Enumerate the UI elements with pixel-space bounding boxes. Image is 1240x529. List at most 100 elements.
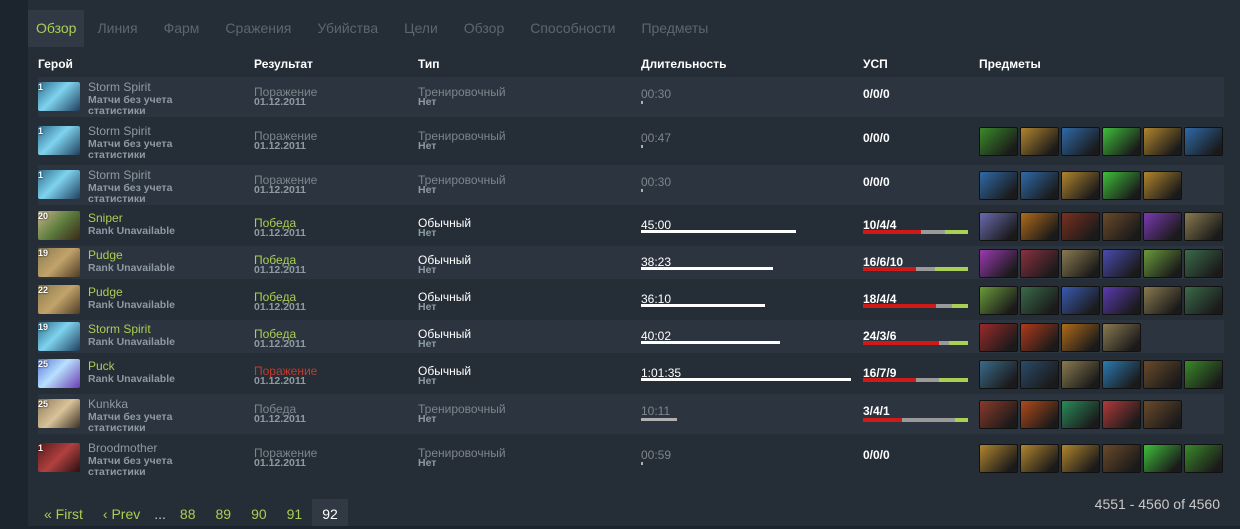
item-icon[interactable] (1143, 360, 1182, 389)
hero-portrait[interactable]: 1 (38, 443, 80, 472)
item-icon[interactable] (1020, 286, 1059, 315)
item-icon[interactable] (1184, 444, 1223, 473)
item-icon[interactable] (1102, 249, 1141, 278)
header-hero[interactable]: Герой (38, 57, 73, 71)
item-icon[interactable] (1061, 400, 1100, 429)
table-row[interactable]: 19 Pudge Rank Unavailable Победа 01.12.2011… (38, 246, 1224, 279)
item-icon[interactable] (1061, 127, 1100, 156)
tab-7[interactable]: Способности (517, 10, 628, 47)
item-icon[interactable] (1102, 212, 1141, 241)
item-icon[interactable] (979, 127, 1018, 156)
item-icon[interactable] (1020, 400, 1059, 429)
table-row[interactable]: 1 Storm Spirit Матчи без учета статистики… (38, 165, 1224, 205)
table-row[interactable]: 20 Sniper Rank Unavailable Победа 01.12.201… (38, 209, 1224, 242)
item-icon[interactable] (979, 360, 1018, 389)
item-icon[interactable] (1020, 360, 1059, 389)
table-row[interactable]: 1 Broodmother Матчи без учета статистики П… (38, 438, 1224, 478)
item-icon[interactable] (1143, 249, 1182, 278)
item-icon[interactable] (979, 171, 1018, 200)
table-row[interactable]: 22 Pudge Rank Unavailable Победа 01.12.2011… (38, 283, 1224, 316)
hero-portrait[interactable]: 22 (38, 285, 80, 314)
tab-1[interactable]: Линия (84, 10, 150, 47)
item-icon[interactable] (1184, 249, 1223, 278)
hero-portrait[interactable]: 19 (38, 248, 80, 277)
hero-name[interactable]: Storm Spirit (88, 322, 151, 336)
item-icon[interactable] (1143, 400, 1182, 429)
tab-2[interactable]: Фарм (151, 10, 213, 47)
item-icon[interactable] (1061, 360, 1100, 389)
table-row[interactable]: 25 Puck Rank Unavailable Поражение 01.12.20… (38, 357, 1224, 390)
hero-portrait[interactable]: 1 (38, 82, 80, 111)
hero-portrait[interactable]: 25 (38, 399, 80, 428)
table-row[interactable]: 1 Storm Spirit Матчи без учета статистики… (38, 77, 1224, 117)
hero-portrait[interactable]: 1 (38, 126, 80, 155)
hero-portrait[interactable]: 19 (38, 322, 80, 351)
item-icon[interactable] (1061, 444, 1100, 473)
item-icon[interactable] (1020, 444, 1059, 473)
item-icon[interactable] (1020, 323, 1059, 352)
item-icon[interactable] (1102, 323, 1141, 352)
hero-portrait[interactable]: 20 (38, 211, 80, 240)
tab-3[interactable]: Сражения (212, 10, 304, 47)
hero-name[interactable]: Kunkka (88, 397, 128, 411)
item-icon[interactable] (1143, 171, 1182, 200)
item-icon[interactable] (979, 212, 1018, 241)
hero-name[interactable]: Storm Spirit (88, 168, 151, 182)
page-link-90[interactable]: 90 (241, 499, 277, 526)
table-row[interactable]: 19 Storm Spirit Rank Unavailable Победа 01.… (38, 320, 1224, 353)
hero-name[interactable]: Pudge (88, 285, 123, 299)
hero-name[interactable]: Broodmother (88, 441, 157, 455)
item-icon[interactable] (1143, 286, 1182, 315)
item-icon[interactable] (1061, 323, 1100, 352)
header-duration[interactable]: Длительность (641, 57, 726, 71)
hero-name[interactable]: Pudge (88, 248, 123, 262)
page-link-89[interactable]: 89 (205, 499, 241, 526)
item-icon[interactable] (1102, 127, 1141, 156)
item-icon[interactable] (979, 323, 1018, 352)
item-icon[interactable] (1102, 360, 1141, 389)
item-icon[interactable] (1184, 127, 1223, 156)
item-icon[interactable] (979, 400, 1018, 429)
item-icon[interactable] (1061, 249, 1100, 278)
item-icon[interactable] (1184, 212, 1223, 241)
page-link-88[interactable]: 88 (170, 499, 206, 526)
item-icon[interactable] (1020, 127, 1059, 156)
prev-page-link[interactable]: ‹ Prev (93, 499, 150, 526)
item-icon[interactable] (1020, 212, 1059, 241)
hero-name[interactable]: Storm Spirit (88, 80, 151, 94)
item-icon[interactable] (979, 444, 1018, 473)
table-row[interactable]: 1 Storm Spirit Матчи без учета статистики… (38, 121, 1224, 161)
item-icon[interactable] (1020, 249, 1059, 278)
item-icon[interactable] (1143, 444, 1182, 473)
tab-8[interactable]: Предметы (628, 10, 721, 47)
hero-name[interactable]: Storm Spirit (88, 124, 151, 138)
item-icon[interactable] (1184, 286, 1223, 315)
item-icon[interactable] (1061, 286, 1100, 315)
header-kda[interactable]: УСП (863, 57, 888, 71)
item-icon[interactable] (1102, 444, 1141, 473)
item-icon[interactable] (1102, 400, 1141, 429)
hero-name[interactable]: Sniper (88, 211, 123, 225)
tab-0[interactable]: Обзор (28, 10, 85, 47)
item-icon[interactable] (1143, 127, 1182, 156)
item-icon[interactable] (1020, 171, 1059, 200)
table-row[interactable]: 25 Kunkka Матчи без учета статистики Побед… (38, 394, 1224, 434)
header-result[interactable]: Результат (254, 57, 313, 71)
item-icon[interactable] (979, 286, 1018, 315)
page-link-92[interactable]: 92 (312, 499, 348, 526)
item-icon[interactable] (1061, 212, 1100, 241)
tab-6[interactable]: Обзор (451, 10, 517, 47)
hero-portrait[interactable]: 1 (38, 170, 80, 199)
item-icon[interactable] (1061, 171, 1100, 200)
first-page-link[interactable]: « First (34, 499, 93, 526)
item-icon[interactable] (1102, 286, 1141, 315)
item-icon[interactable] (979, 249, 1018, 278)
item-icon[interactable] (1102, 171, 1141, 200)
hero-name[interactable]: Puck (88, 359, 115, 373)
header-type[interactable]: Тип (418, 57, 440, 71)
tab-5[interactable]: Цели (391, 10, 451, 47)
page-link-91[interactable]: 91 (277, 499, 313, 526)
tab-4[interactable]: Убийства (304, 10, 391, 47)
hero-portrait[interactable]: 25 (38, 359, 80, 388)
item-icon[interactable] (1184, 360, 1223, 389)
